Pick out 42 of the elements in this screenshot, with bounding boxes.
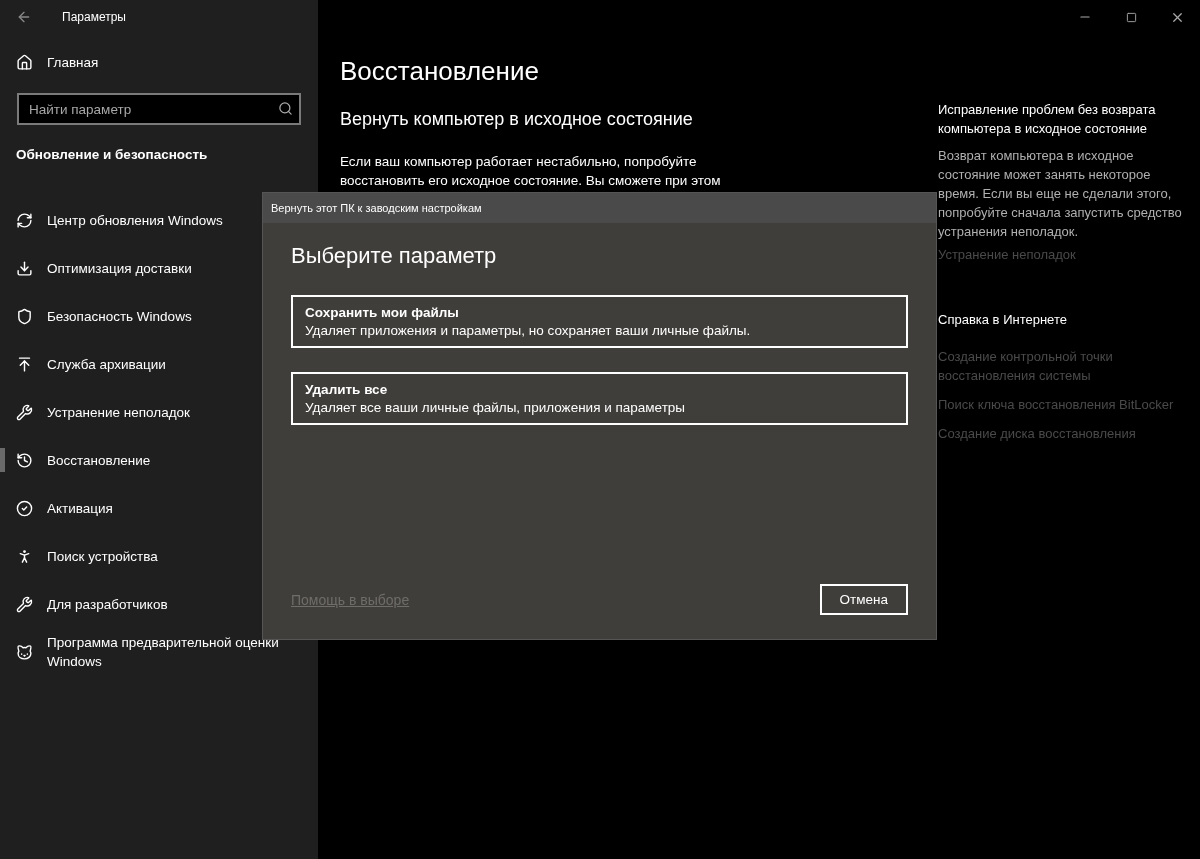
section-title: Обновление и безопасность: [15, 146, 209, 164]
sidebar-item-icon: [16, 307, 33, 325]
sidebar-item-label: Поиск устройства: [47, 547, 158, 566]
home-icon: [16, 54, 33, 71]
search-field[interactable]: Найти параметр: [17, 93, 301, 125]
description: Если ваш компьютер работает нестабильно, попробуйте восстановить его исходное состояние. Вы сможете при этом: [340, 153, 722, 190]
page-title: Восстановление: [340, 56, 540, 87]
maximize-icon[interactable]: [1125, 11, 1137, 23]
sidebar-item-icon: [16, 643, 33, 661]
sidebar-item[interactable]: Активация: [0, 484, 318, 532]
sidebar-item-label: Программа предварительной оценки Windows: [47, 634, 280, 671]
option-button[interactable]: Удалить все Удаляет все ваши личные файлы, приложения и параметры: [291, 372, 908, 425]
dialog-title: Вернуть этот ПК к заводским настройкам: [271, 202, 482, 214]
sidebar-item-label: Служба архивации: [47, 355, 166, 374]
sidebar-item[interactable]: Поиск устройства: [0, 532, 318, 580]
sidebar-item-label: Безопасность Windows: [47, 307, 192, 326]
sidebar-item[interactable]: Программа предварительной оценки Windows: [0, 628, 318, 676]
sidebar-item-icon: [16, 451, 33, 469]
sidebar-item-label: Для разработчиков: [47, 595, 168, 614]
aside-title: Исправление проблем без возврата компьютера в исходное состояние: [938, 101, 1157, 138]
sidebar-item-icon: [16, 403, 33, 421]
home-link[interactable]: Главная: [0, 34, 318, 71]
sidebar-item-icon: [16, 355, 33, 373]
sidebar-item-label: Активация: [47, 499, 113, 518]
back-icon[interactable]: [16, 9, 32, 25]
window-title: Параметры: [62, 10, 126, 24]
sidebar-item-label: Устранение неполадок: [47, 403, 190, 422]
sidebar-item-icon: [16, 259, 33, 277]
sidebar-item-icon: [16, 499, 33, 517]
dialog-heading: Выберите параметр: [291, 243, 498, 269]
sidebar-item-icon: [16, 595, 33, 613]
sidebar-item-label: Восстановление: [47, 451, 151, 470]
sidebar-item-icon: [16, 211, 33, 229]
search-icon: [278, 101, 293, 116]
help-title: Справка в Интернете: [938, 312, 1068, 327]
sidebar-item[interactable]: Восстановление: [0, 436, 318, 484]
sidebar-item-label: Центр обновления Windows: [47, 211, 223, 230]
sidebar-item-label: Оптимизация доставки: [47, 259, 192, 278]
cancel-button[interactable]: Отмена: [819, 584, 908, 615]
option-button[interactable]: Сохранить мои файлы Удаляет приложения и параметры, но сохраняет ваши личные файлы.: [291, 295, 908, 348]
section-heading: Вернуть компьютер в исходное состояние: [340, 109, 694, 130]
aside-text: Возврат компьютера в исходное состояние может занять некоторое время. Если вы еще не сделали этого, попробуйте сначала запустить средство устранения неполадок.: [938, 147, 1183, 241]
